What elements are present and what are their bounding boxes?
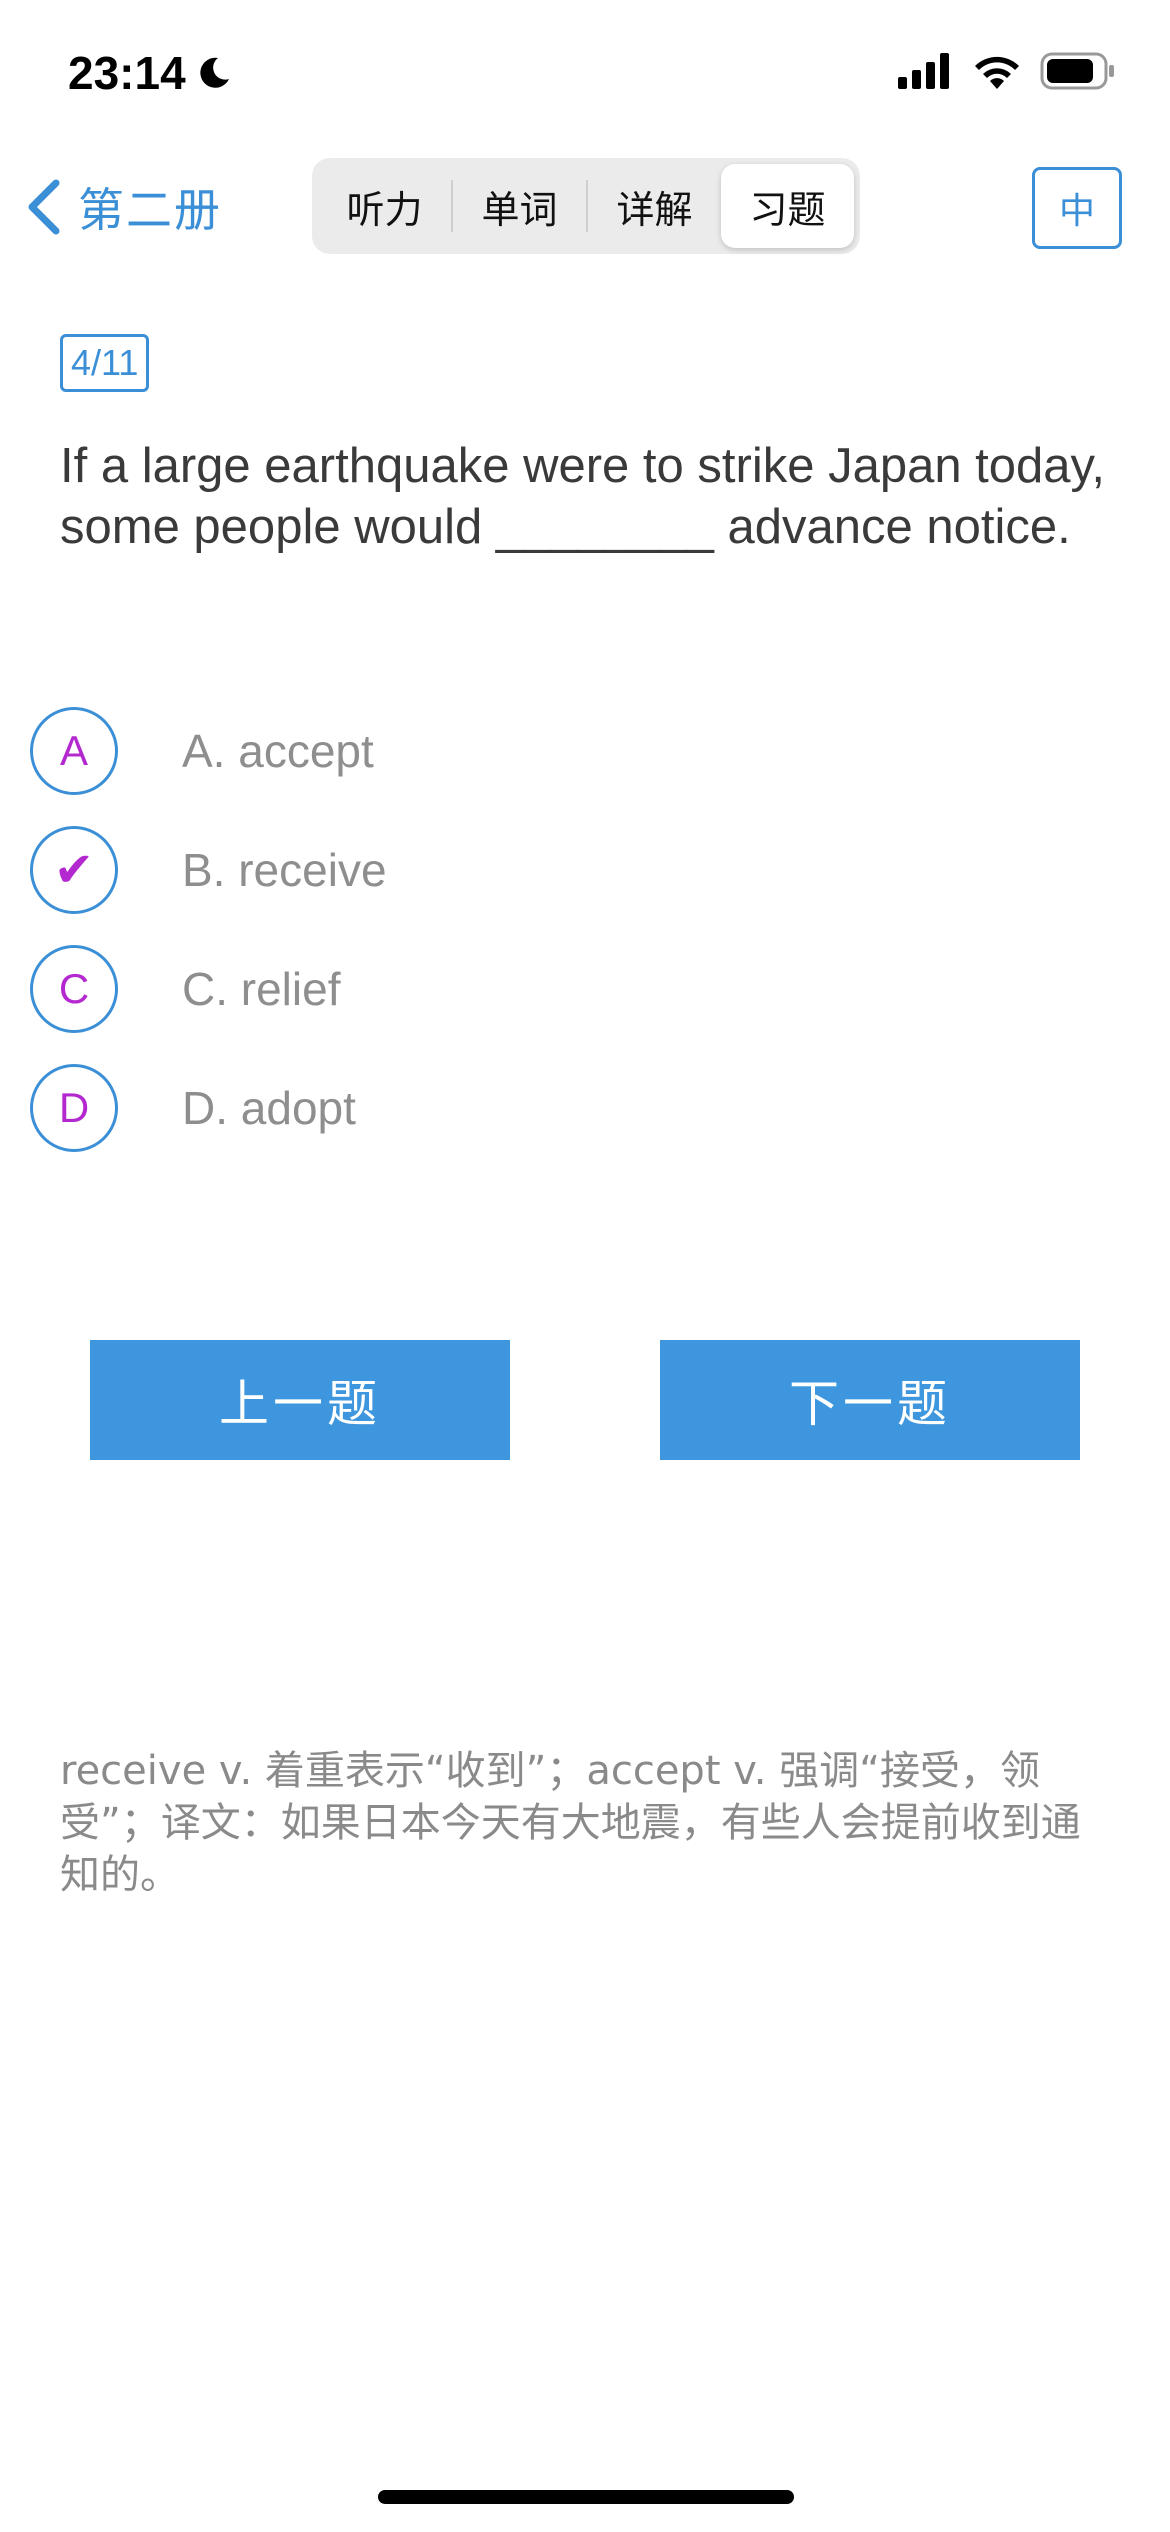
option-label: A. accept (182, 725, 374, 777)
cellular-signal-icon (898, 53, 949, 89)
wifi-icon (975, 56, 1019, 89)
question-counter: 4/11 (60, 334, 150, 392)
home-indicator[interactable] (378, 2490, 794, 2504)
tab-explanation[interactable]: 详解 (588, 164, 721, 248)
segmented-control: 听力 单词 详解 习题 (312, 158, 860, 254)
option-b[interactable]: ✔ B. receive (30, 825, 730, 915)
option-label: B. receive (182, 844, 387, 896)
status-time-text: 23:14 (68, 47, 186, 99)
question-text: If a large earthquake were to strike Jap… (60, 439, 1106, 554)
status-time: 23:14 (68, 46, 232, 100)
status-icons (898, 52, 1116, 90)
tab-listening[interactable]: 听力 (318, 164, 451, 248)
checkmark-icon: ✔ (30, 826, 118, 914)
tab-exercises[interactable]: 习题 (721, 164, 854, 248)
back-button[interactable]: 第二册 (24, 173, 222, 241)
option-d[interactable]: D D. adopt (30, 1063, 730, 1153)
option-label: D. adopt (182, 1082, 356, 1134)
screen: 23:14 第二册 听力 单词 详解 习题 中 4/11 If a large … (0, 0, 1170, 2532)
tab-vocabulary[interactable]: 单词 (453, 164, 586, 248)
battery-icon (1040, 52, 1114, 90)
back-label: 第二册 (78, 183, 222, 237)
option-marker: C (30, 945, 118, 1033)
next-question-button[interactable]: 下一题 (660, 1340, 1080, 1460)
option-a[interactable]: A A. accept (30, 706, 730, 796)
chevron-left-icon (28, 179, 60, 235)
option-c[interactable]: C C. relief (30, 944, 730, 1034)
answer-explanation: receive v. 着重表示“收到”；accept v. 强调“接受，领受”；… (60, 1748, 1081, 1898)
option-marker: D (30, 1064, 118, 1152)
option-marker: A (30, 707, 118, 795)
nav-bar: 第二册 听力 单词 详解 习题 中 (0, 155, 1170, 259)
language-toggle-button[interactable]: 中 (1032, 167, 1122, 249)
moon-icon (200, 57, 229, 88)
option-label: C. relief (182, 963, 341, 1015)
previous-question-button[interactable]: 上一题 (90, 1340, 510, 1460)
